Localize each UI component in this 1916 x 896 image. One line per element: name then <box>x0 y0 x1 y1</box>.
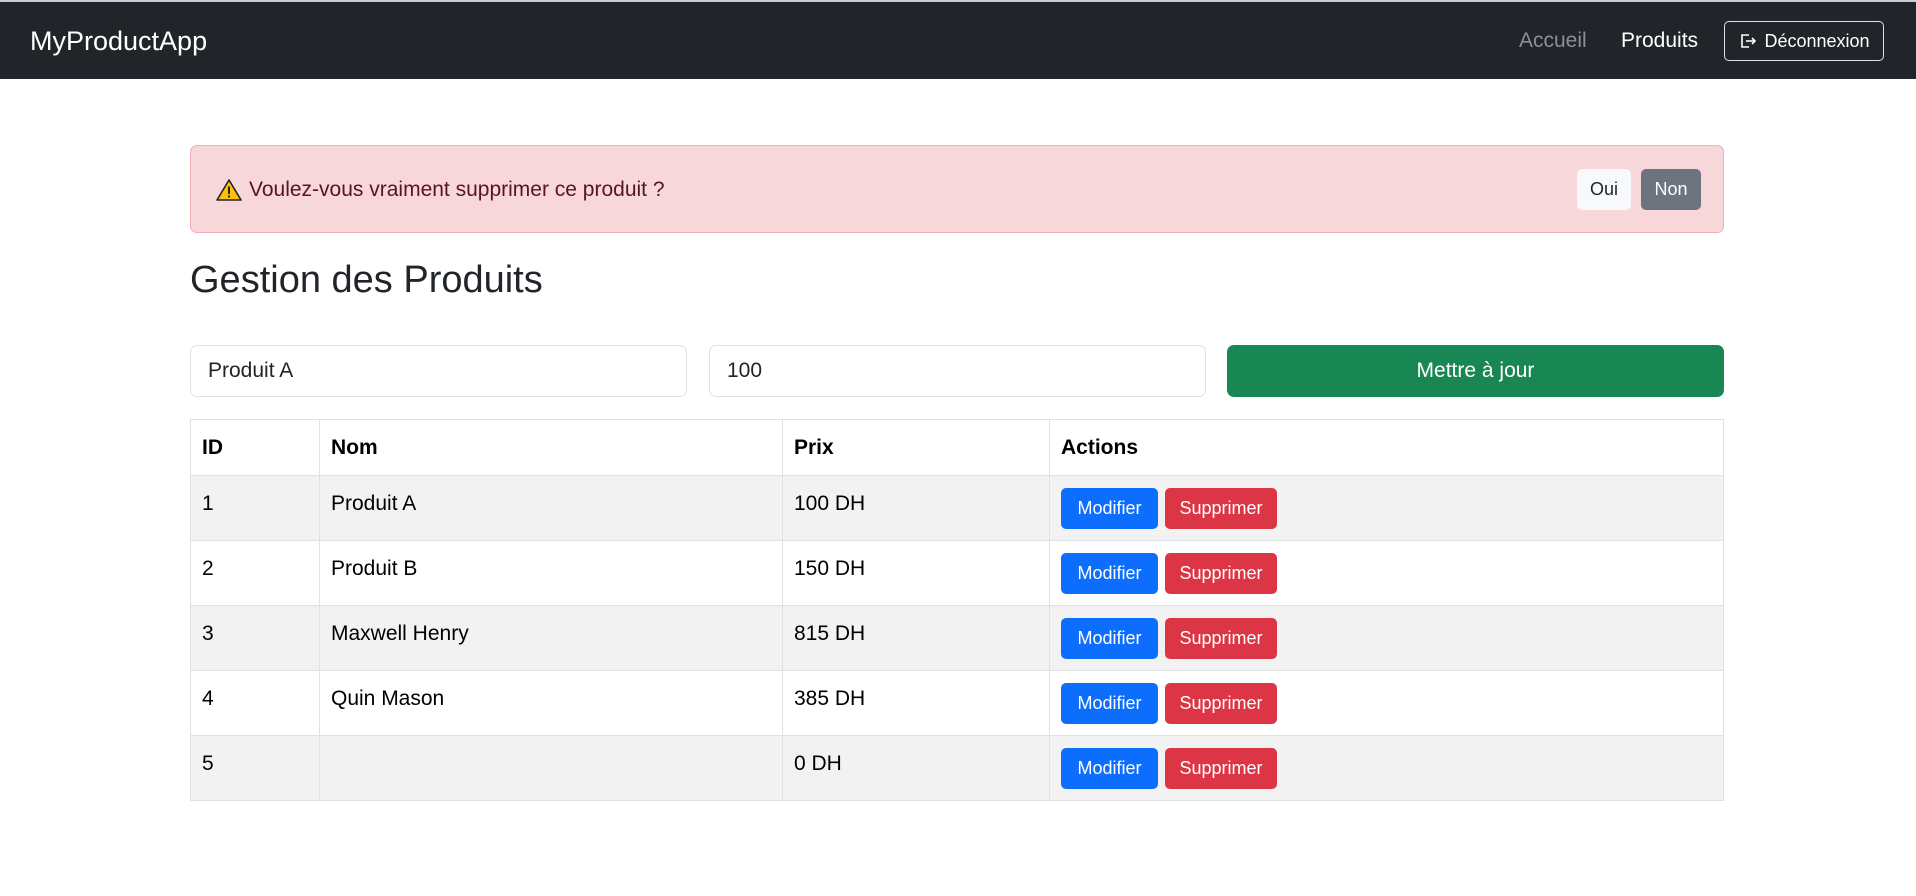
logout-button[interactable]: Déconnexion <box>1724 21 1884 61</box>
page-title: Gestion des Produits <box>190 259 543 301</box>
table-row: 5 0 DH Modifier Supprimer <box>190 735 1724 801</box>
nav-link-produits[interactable]: Produits <box>1621 28 1698 54</box>
cell-id: 1 <box>190 475 320 541</box>
header-actions: Actions <box>1049 419 1724 476</box>
logout-label: Déconnexion <box>1764 30 1870 51</box>
edit-button[interactable]: Modifier <box>1061 617 1158 659</box>
cell-nom: Produit B <box>319 540 783 606</box>
cell-id: 5 <box>190 735 320 801</box>
cell-id: 2 <box>190 540 320 606</box>
table-row: 1 Produit A 100 DH Modifier Supprimer <box>190 475 1724 541</box>
table-row: 2 Produit B 150 DH Modifier Supprimer <box>190 540 1724 606</box>
delete-button[interactable]: Supprimer <box>1165 682 1277 724</box>
delete-button[interactable]: Supprimer <box>1165 552 1277 594</box>
update-button[interactable]: Mettre à jour <box>1227 345 1724 397</box>
brand-logo[interactable]: MyProductApp <box>30 25 207 57</box>
cell-prix: 150 DH <box>782 540 1050 606</box>
confirm-no-button[interactable]: Non <box>1641 169 1701 210</box>
cell-actions: Modifier Supprimer <box>1049 670 1724 736</box>
cell-prix: 815 DH <box>782 605 1050 671</box>
delete-button[interactable]: Supprimer <box>1165 747 1277 789</box>
table-row: 3 Maxwell Henry 815 DH Modifier Supprimer <box>190 605 1724 671</box>
logout-icon <box>1741 34 1757 48</box>
nav-link-accueil[interactable]: Accueil <box>1519 28 1587 54</box>
warning-icon <box>216 179 242 201</box>
edit-button[interactable]: Modifier <box>1061 552 1158 594</box>
cell-nom: Produit A <box>319 475 783 541</box>
edit-button[interactable]: Modifier <box>1061 747 1158 789</box>
cell-id: 4 <box>190 670 320 736</box>
cell-id: 3 <box>190 605 320 671</box>
cell-actions: Modifier Supprimer <box>1049 735 1724 801</box>
edit-button[interactable]: Modifier <box>1061 487 1158 529</box>
alert-message: Voulez-vous vraiment supprimer ce produi… <box>249 178 665 201</box>
navbar: MyProductApp Accueil Produits Déconnexio… <box>0 2 1916 79</box>
delete-confirm-alert: Voulez-vous vraiment supprimer ce produi… <box>190 145 1724 233</box>
cell-actions: Modifier Supprimer <box>1049 475 1724 541</box>
cell-prix: 0 DH <box>782 735 1050 801</box>
header-nom: Nom <box>319 419 783 476</box>
cell-actions: Modifier Supprimer <box>1049 605 1724 671</box>
cell-nom <box>319 735 783 801</box>
products-table: ID Nom Prix Actions 1 Produit A 100 DH M… <box>190 419 1724 801</box>
cell-prix: 385 DH <box>782 670 1050 736</box>
delete-button[interactable]: Supprimer <box>1165 487 1277 529</box>
table-row: 4 Quin Mason 385 DH Modifier Supprimer <box>190 670 1724 736</box>
cell-actions: Modifier Supprimer <box>1049 540 1724 606</box>
delete-button[interactable]: Supprimer <box>1165 617 1277 659</box>
product-name-input[interactable]: Produit A <box>190 345 687 397</box>
confirm-yes-button[interactable]: Oui <box>1577 169 1631 210</box>
edit-button[interactable]: Modifier <box>1061 682 1158 724</box>
cell-nom: Maxwell Henry <box>319 605 783 671</box>
table-header-row: ID Nom Prix Actions <box>190 419 1724 476</box>
product-price-input[interactable]: 100 <box>709 345 1206 397</box>
cell-prix: 100 DH <box>782 475 1050 541</box>
header-prix: Prix <box>782 419 1050 476</box>
header-id: ID <box>190 419 320 476</box>
cell-nom: Quin Mason <box>319 670 783 736</box>
